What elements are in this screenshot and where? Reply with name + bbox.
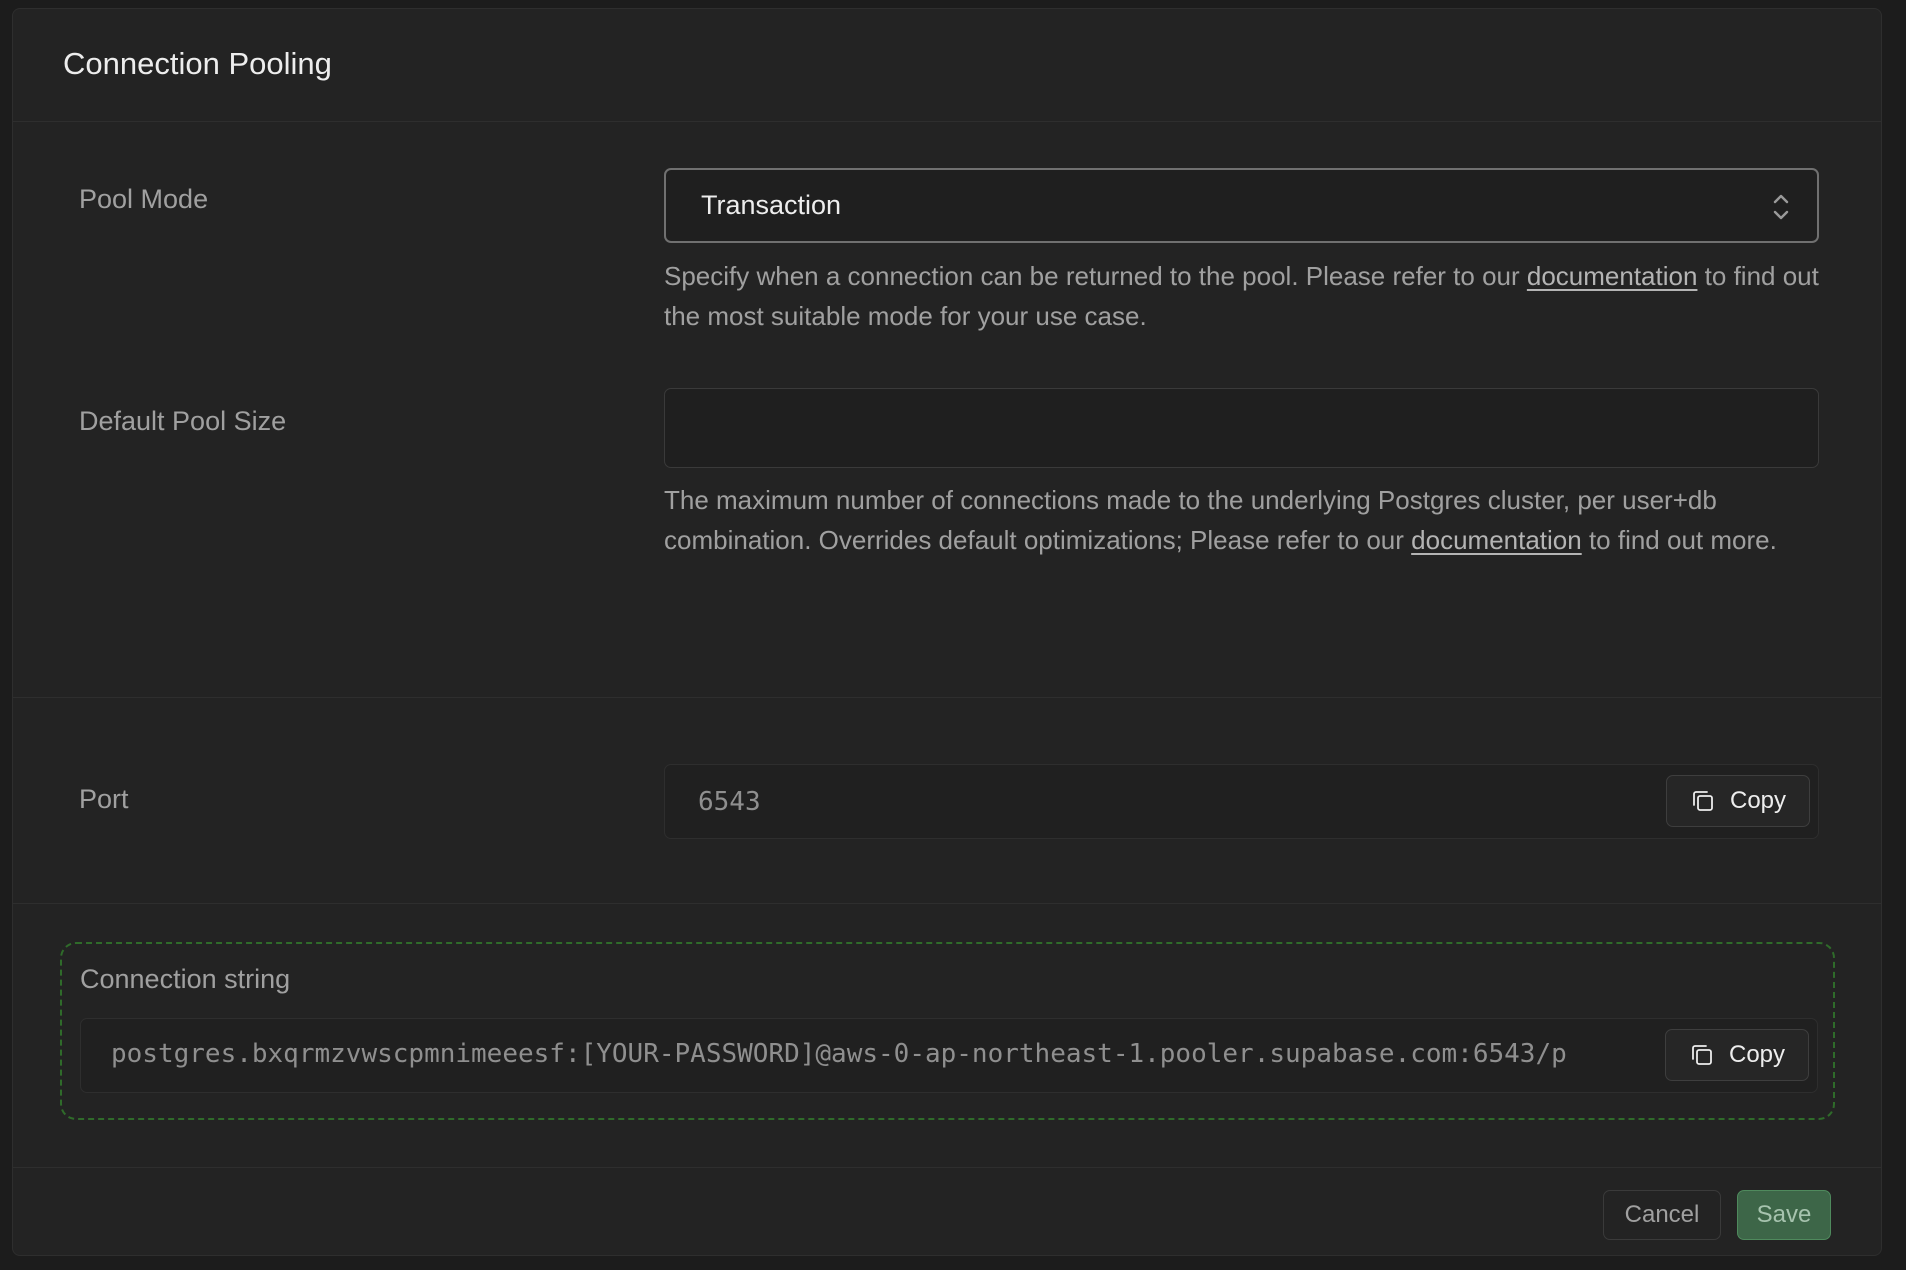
port-section: Port 6543 Copy (13, 698, 1881, 904)
connection-pooling-panel: Connection Pooling Pool Mode Transaction… (12, 8, 1882, 1256)
connection-string-label: Connection string (80, 964, 291, 994)
default-pool-size-help-text-end: to find out more. (1581, 525, 1777, 555)
default-pool-size-help: The maximum number of connections made t… (664, 480, 1824, 560)
connection-string-highlight: Connection string postgres.bxqrmzvwscpmn… (60, 942, 1835, 1120)
panel-header: Connection Pooling (13, 9, 1881, 122)
port-label: Port (79, 784, 129, 814)
pool-mode-select[interactable]: Transaction (664, 168, 1819, 243)
default-pool-size-documentation-link[interactable]: documentation (1411, 525, 1582, 555)
connection-string-field[interactable]: postgres.bxqrmzvwscpmnimeeesf:[YOUR-PASS… (80, 1018, 1818, 1093)
copy-icon (1692, 1045, 1712, 1065)
port-value: 6543 (698, 786, 761, 817)
connection-string-value-wrapper: postgres.bxqrmzvwscpmnimeeesf:[YOUR-PASS… (111, 1039, 1667, 1069)
connection-string-value: postgres.bxqrmzvwscpmnimeeesf:[YOUR-PASS… (111, 1039, 1567, 1069)
panel-footer: Cancel Save (13, 1168, 1881, 1255)
save-button[interactable]: Save (1737, 1190, 1831, 1240)
connection-string-section: Connection string postgres.bxqrmzvwscpmn… (13, 904, 1881, 1168)
pool-mode-value: Transaction (701, 190, 842, 220)
panel-title: Connection Pooling (63, 46, 332, 81)
pool-mode-documentation-link[interactable]: documentation (1527, 261, 1698, 291)
default-pool-size-input[interactable] (664, 388, 1819, 468)
copy-port-button[interactable]: Copy (1666, 775, 1810, 827)
cancel-button[interactable]: Cancel (1603, 1190, 1721, 1240)
chevron-up-down-icon (1773, 194, 1789, 220)
pool-mode-help: Specify when a connection can be returne… (664, 256, 1824, 336)
copy-port-label: Copy (1729, 787, 1787, 814)
copy-icon (1693, 791, 1713, 811)
port-field[interactable]: 6543 Copy (664, 764, 1819, 839)
copy-connection-string-button[interactable]: Copy (1665, 1029, 1809, 1081)
pool-mode-label: Pool Mode (79, 184, 209, 214)
copy-connection-string-label: Copy (1728, 1041, 1786, 1068)
pool-settings-section: Pool Mode Transaction Specify when a con… (13, 122, 1881, 698)
pool-mode-help-text: Specify when a connection can be returne… (664, 261, 1527, 291)
default-pool-size-label: Default Pool Size (79, 406, 287, 436)
